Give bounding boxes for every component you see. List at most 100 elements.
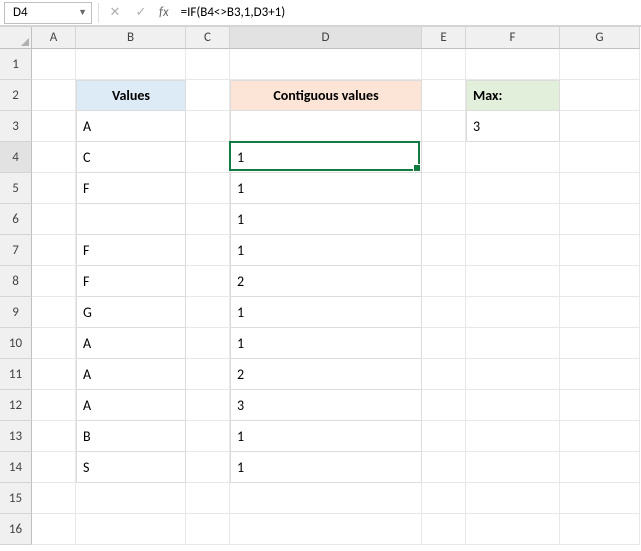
cell[interactable] xyxy=(422,421,466,452)
row-header[interactable]: 3 xyxy=(0,111,32,142)
cell[interactable] xyxy=(32,204,76,235)
cell[interactable] xyxy=(560,173,640,204)
row-header[interactable]: 6 xyxy=(0,204,32,235)
cell[interactable] xyxy=(186,111,230,142)
row-header[interactable]: 5 xyxy=(0,173,32,204)
cell[interactable] xyxy=(32,142,76,173)
cell-d12[interactable]: 3 xyxy=(230,390,422,421)
row-header[interactable]: 12 xyxy=(0,390,32,421)
cell[interactable] xyxy=(186,235,230,266)
cell-d8[interactable]: 2 xyxy=(230,266,422,297)
row-header[interactable]: 1 xyxy=(0,49,32,80)
col-header-b[interactable]: B xyxy=(76,27,186,49)
spreadsheet-grid[interactable]: A B C D E F G 1 2 Values Contiguous valu… xyxy=(0,26,641,545)
cell-d11[interactable]: 2 xyxy=(230,359,422,390)
cell-b4[interactable]: C xyxy=(76,142,186,173)
cell[interactable] xyxy=(466,266,560,297)
cell[interactable] xyxy=(422,49,466,80)
cell-d4[interactable]: 1 xyxy=(230,142,422,173)
cell[interactable] xyxy=(466,173,560,204)
cell[interactable] xyxy=(466,142,560,173)
cell[interactable] xyxy=(422,80,466,111)
cell-b13[interactable]: B xyxy=(76,421,186,452)
cell[interactable] xyxy=(230,514,422,545)
cell-b10[interactable]: A xyxy=(76,328,186,359)
cell[interactable] xyxy=(466,297,560,328)
cell[interactable] xyxy=(186,514,230,545)
cell[interactable] xyxy=(466,421,560,452)
cell[interactable] xyxy=(186,266,230,297)
cell-b7[interactable]: F xyxy=(76,235,186,266)
cell[interactable] xyxy=(422,173,466,204)
cell[interactable] xyxy=(560,483,640,514)
cell[interactable] xyxy=(466,235,560,266)
cell[interactable] xyxy=(32,421,76,452)
col-header-g[interactable]: G xyxy=(560,27,640,49)
cell[interactable] xyxy=(560,204,640,235)
cell[interactable] xyxy=(560,80,640,111)
cell[interactable] xyxy=(76,514,186,545)
name-box[interactable]: D4 ▼ xyxy=(4,2,92,24)
cell[interactable] xyxy=(422,452,466,483)
cell[interactable] xyxy=(422,204,466,235)
cell[interactable] xyxy=(466,514,560,545)
cell[interactable] xyxy=(422,328,466,359)
cell-b8[interactable]: F xyxy=(76,266,186,297)
cell[interactable] xyxy=(560,359,640,390)
col-header-c[interactable]: C xyxy=(186,27,230,49)
cell-d6[interactable]: 1 xyxy=(230,204,422,235)
cell[interactable] xyxy=(186,173,230,204)
cell[interactable] xyxy=(422,297,466,328)
header-contiguous[interactable]: Contiguous values xyxy=(230,80,422,111)
cell-b11[interactable]: A xyxy=(76,359,186,390)
cell[interactable] xyxy=(186,421,230,452)
cell[interactable] xyxy=(422,390,466,421)
cell[interactable] xyxy=(76,483,186,514)
cell[interactable] xyxy=(230,49,422,80)
cell-b5[interactable]: F xyxy=(76,173,186,204)
cell[interactable] xyxy=(76,49,186,80)
cell[interactable] xyxy=(422,142,466,173)
cell-d10[interactable]: 1 xyxy=(230,328,422,359)
cell[interactable] xyxy=(560,266,640,297)
cell[interactable] xyxy=(560,328,640,359)
cell[interactable] xyxy=(466,49,560,80)
cell[interactable] xyxy=(186,359,230,390)
cell[interactable] xyxy=(466,204,560,235)
col-header-a[interactable]: A xyxy=(32,27,76,49)
cell-f3[interactable]: 3 xyxy=(466,111,560,142)
cell[interactable] xyxy=(560,235,640,266)
cell[interactable] xyxy=(32,49,76,80)
cell[interactable] xyxy=(560,49,640,80)
row-header[interactable]: 10 xyxy=(0,328,32,359)
cell[interactable] xyxy=(466,483,560,514)
cell-d14[interactable]: 1 xyxy=(230,452,422,483)
col-header-e[interactable]: E xyxy=(422,27,466,49)
cell-b14[interactable]: S xyxy=(76,452,186,483)
cell-d3[interactable] xyxy=(230,111,422,142)
cell[interactable] xyxy=(466,328,560,359)
cell[interactable] xyxy=(186,452,230,483)
cell[interactable] xyxy=(32,80,76,111)
cancel-icon[interactable]: ✕ xyxy=(105,3,125,23)
cell[interactable] xyxy=(32,328,76,359)
col-header-d[interactable]: D xyxy=(230,27,422,49)
cell-b3[interactable]: A xyxy=(76,111,186,142)
row-header[interactable]: 4 xyxy=(0,142,32,173)
row-header[interactable]: 14 xyxy=(0,452,32,483)
row-header[interactable]: 16 xyxy=(0,514,32,545)
cell[interactable] xyxy=(186,204,230,235)
cell[interactable] xyxy=(466,390,560,421)
row-header[interactable]: 7 xyxy=(0,235,32,266)
cell-d7[interactable]: 1 xyxy=(230,235,422,266)
header-max[interactable]: Max: xyxy=(466,80,560,111)
cell-d13[interactable]: 1 xyxy=(230,421,422,452)
cell[interactable] xyxy=(32,452,76,483)
cell[interactable] xyxy=(466,452,560,483)
cell[interactable] xyxy=(560,142,640,173)
cell[interactable] xyxy=(422,483,466,514)
cell[interactable] xyxy=(422,111,466,142)
cell[interactable] xyxy=(186,49,230,80)
cell[interactable] xyxy=(560,514,640,545)
row-header[interactable]: 13 xyxy=(0,421,32,452)
